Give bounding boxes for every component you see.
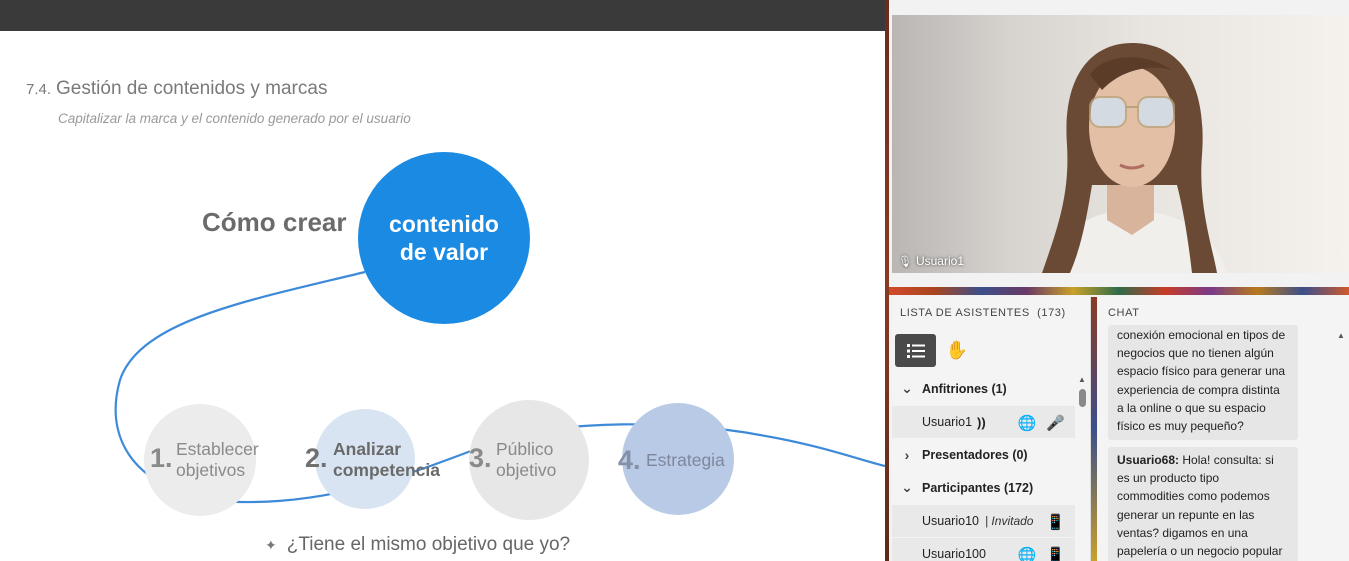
step-number-3: 3. [469,443,492,473]
chat-message-author: Usuario68: [1117,453,1180,467]
attendee-count: (173) [1037,307,1066,319]
group-presenters[interactable]: › Presentadores (0) [892,438,1075,471]
chat-message-text: conexión emocional en tipos de negocios … [1117,328,1286,434]
scroll-up-icon[interactable]: ▲ [1078,375,1086,384]
circle-line-2: de valor [399,239,489,265]
chat-message-text: Hola! consulta: si es un producto tipo c… [1117,453,1283,559]
slide-subtitle: Capitalizar la marca y el contenido gene… [58,111,411,126]
chevron-down-icon: ⌄ [901,380,913,396]
attendee-row[interactable]: Usuario1 )) 🌐 🎤 [892,405,1075,438]
chat-message: conexión emocional en tipos de negocios … [1108,325,1298,440]
group-presenters-label: Presentadores (0) [922,447,1028,462]
attendee-name: Usuario1 [922,415,973,429]
section-number: 7.4. [26,81,52,98]
hand-icon: ✋ [945,339,969,360]
chat-title: CHAT [1108,307,1140,319]
step-label-3-line-2: objetivo [496,460,557,480]
attendee-list-pod: LISTA DE ASISTENTES (173) ✋ ⌄ Anfitrione… [892,297,1091,561]
circle-line-1: contenido [389,211,499,237]
scroll-up-icon[interactable]: ▲ [1337,331,1345,340]
slide-question-text: ¿Tiene el mismo objetivo que yo? [286,534,571,555]
step-label-1: Establecer objetivos [176,439,259,481]
group-participants-label: Participantes (172) [922,480,1034,495]
presentation-pane: 7.4. Gestión de contenidos y marcas Capit… [0,0,885,561]
attendee-status-icons: 📱 [1046,505,1065,538]
slide-toolbar [0,0,885,31]
slide-heading: 7.4. Gestión de contenidos y marcas [26,78,327,100]
slide-question: ✦ ¿Tiene el mismo objetivo que yo? [265,534,570,556]
attendee-name: Usuario100 [922,547,986,561]
video-pod: 🎙 Usuario1 [892,15,1349,273]
attendee-row[interactable]: Usuario100 🌐 📱 [892,537,1075,561]
attendee-status-icons: 🌐 🎤 [1018,406,1065,439]
group-participants[interactable]: ⌄ Participantes (172) [892,471,1075,504]
sparkle-icon: ✦ [265,537,277,553]
mic-icon: 🎙 [898,255,912,268]
mic-icon: 🎤 [1046,414,1065,432]
attendee-status: | Invitado [984,514,1034,528]
attendee-list-scrollbar[interactable]: ▲ [1077,375,1087,561]
step-label-3-line-1: Público [496,439,554,459]
speaking-icon: )) [977,414,986,430]
step-label-2: Analizar competencia [333,439,440,481]
slide-heading-text: Gestión de contenidos y marcas [56,78,328,99]
attendee-list-title-text: LISTA DE ASISTENTES [900,307,1030,319]
chevron-right-icon: › [904,446,910,463]
mobile-device-icon: 📱 [1046,513,1065,531]
raise-hand-button[interactable]: ✋ [946,337,968,363]
speaker-glasses-right [1137,96,1175,128]
attendee-status-icons: 🌐 📱 [1018,538,1065,561]
chat-message: Usuario68: Hola! consulta: si es un prod… [1108,447,1298,561]
step-number-4: 4. [618,445,641,475]
group-hosts-label: Anfitriones (1) [922,381,1007,396]
group-hosts[interactable]: ⌄ Anfitriones (1) [892,372,1075,405]
step-label-1-line-2: objetivos [176,460,246,480]
step-number-1: 1. [150,443,173,473]
mobile-device-icon: 📱 [1046,546,1065,561]
attendee-row[interactable]: Usuario10 | Invitado 📱 [892,504,1075,537]
chevron-down-icon: ⌄ [901,479,913,495]
step-label-3: Público objetivo [496,439,556,481]
speaker-video-feed [1042,43,1227,273]
attendee-list-title: LISTA DE ASISTENTES (173) [900,307,1066,319]
attendee-name: Usuario10 [922,514,979,528]
globe-icon: 🌐 [1017,546,1037,561]
list-view-button[interactable] [895,334,936,367]
speaker-glasses-left [1089,96,1127,128]
globe-icon: 🌐 [1017,414,1037,432]
speaker-name: Usuario1 [915,254,964,268]
value-content-circle: contenido de valor [358,152,530,324]
lead-text: Cómo crear [202,207,347,237]
step-label-4: Estrategia [646,450,725,471]
meeting-window: 7.4. Gestión de contenidos y marcas Capit… [0,0,1349,561]
step-label-1-line-1: Establecer [176,439,259,459]
step-label-2-line-1: Analizar [333,439,402,459]
chat-pod: CHAT conexión emocional en tipos de nego… [1097,297,1349,561]
scrollbar-thumb[interactable] [1079,389,1086,407]
background-strip [889,287,1349,295]
step-label-4-line-1: Estrategia [646,450,725,470]
step-label-2-line-2: competencia [333,460,440,480]
list-icon [906,343,925,358]
step-number-2: 2. [305,443,328,473]
speaker-name-label: 🎙 Usuario1 [898,252,964,270]
